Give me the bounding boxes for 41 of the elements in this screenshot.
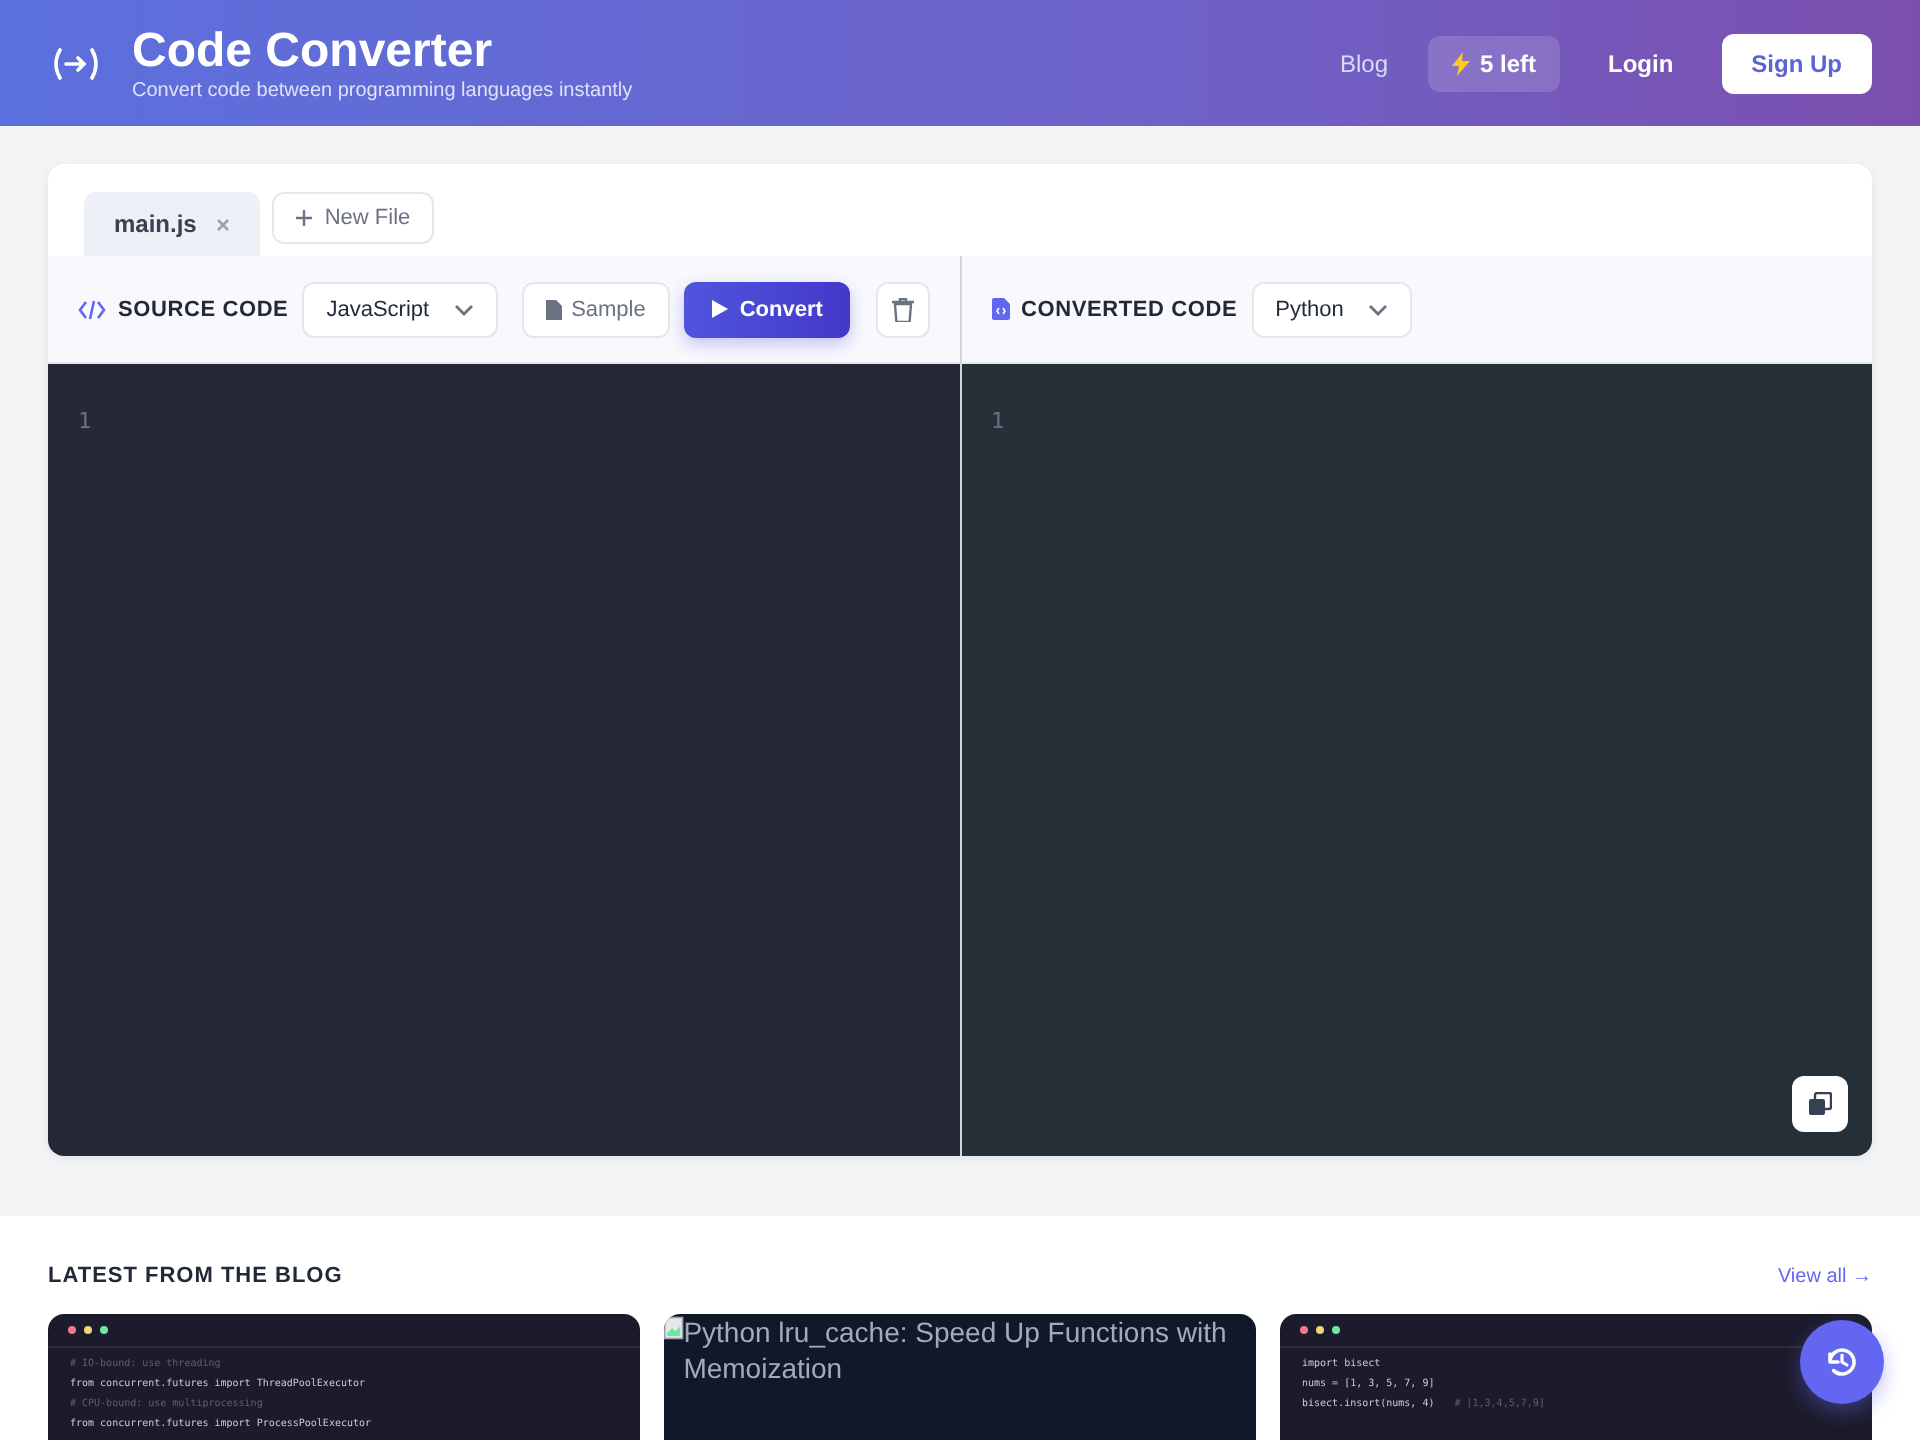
copy-icon	[1808, 1092, 1832, 1116]
dot-icon	[68, 1326, 76, 1334]
history-icon	[1824, 1344, 1860, 1380]
play-icon	[711, 300, 728, 318]
section-heading: LATEST FROM THE BLOG	[48, 1264, 343, 1288]
trash-icon	[891, 297, 913, 321]
app-title: Code Converter	[132, 25, 495, 77]
language-dropdown[interactable]: JavaScript	[302, 281, 498, 337]
line-number: 1	[78, 408, 94, 434]
dot-icon	[1300, 1326, 1308, 1334]
lightning-icon	[1452, 51, 1470, 75]
file-tab[interactable]: main.js	[84, 192, 261, 256]
blog-thumbnail[interactable]: Python lru_cache: Speed Up Functions with Memoization	[664, 1314, 1256, 1440]
sign-up-button[interactable]: Sign Up	[1721, 33, 1872, 93]
line-number: 1	[991, 408, 1007, 434]
blog-link[interactable]: Blog	[1331, 37, 1396, 89]
dot-icon	[1332, 1326, 1340, 1334]
copy-button[interactable]	[1792, 1076, 1848, 1132]
plus-icon	[296, 210, 313, 226]
image-alt-text: Python lru_cache: Speed Up Functions with Memoization	[683, 1314, 1229, 1386]
new-file-button[interactable]: New File	[272, 192, 435, 244]
dot-icon	[84, 1326, 92, 1334]
chevron-down-icon	[1367, 303, 1388, 315]
chevron-down-icon	[453, 303, 474, 315]
broken-image-icon	[664, 1314, 684, 1342]
code-icon	[78, 299, 106, 319]
dot-icon	[1316, 1326, 1324, 1334]
language-dropdown[interactable]: Python	[1251, 281, 1412, 337]
view-all-link[interactable]: View all →	[1777, 1265, 1872, 1287]
delete-button[interactable]	[875, 281, 929, 337]
code-file-icon	[991, 298, 1009, 320]
dot-icon	[100, 1326, 108, 1334]
sample-button[interactable]: Sample	[521, 281, 670, 337]
file-icon	[545, 299, 562, 319]
code-arrow-icon	[52, 47, 100, 79]
convert-button[interactable]: Convert	[683, 281, 851, 337]
panel-heading: CONVERTED CODE	[1021, 297, 1238, 321]
panel-heading: SOURCE CODE	[118, 297, 289, 321]
app-subtitle: Convert code between programming languages instantly	[132, 79, 633, 101]
login-link[interactable]: Login	[1592, 37, 1690, 89]
credits-count: 5 left	[1480, 49, 1537, 77]
